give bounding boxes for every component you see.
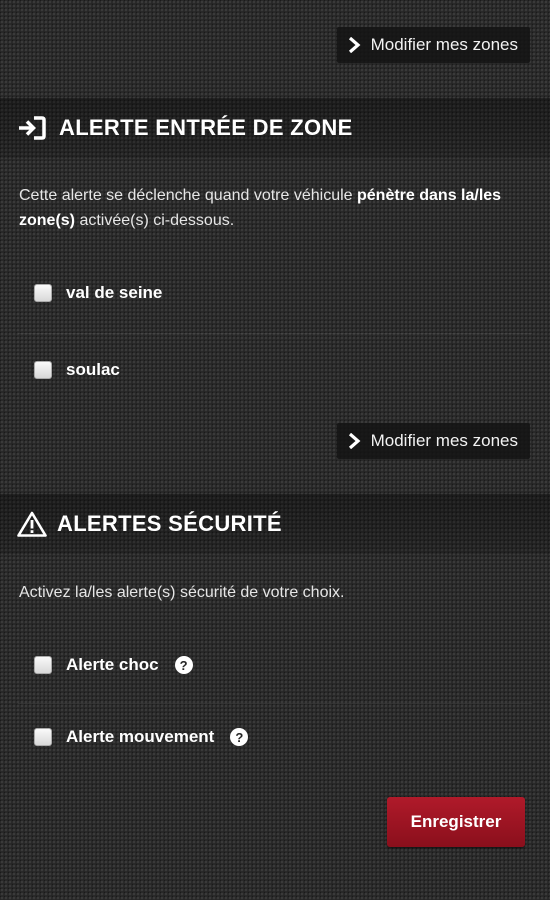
help-icon[interactable]: ?: [230, 728, 249, 746]
alert-item-choc[interactable]: Alerte choc ?: [34, 655, 193, 675]
warning-triangle-icon: [17, 511, 47, 537]
zone-item-val-de-seine[interactable]: val de seine: [34, 283, 162, 303]
zone-item-soulac[interactable]: soulac: [34, 360, 120, 380]
zone-entry-header: ALERTE ENTRÉE DE ZONE: [0, 98, 550, 158]
modify-zones-link-top[interactable]: Modifier mes zones: [336, 27, 530, 63]
zone-checkbox[interactable]: [34, 361, 52, 379]
alerts-settings-page: Modifier mes zones ALERTE ENTRÉE DE ZONE…: [0, 0, 550, 900]
security-description: Activez la/les alerte(s) sécurité de vot…: [19, 584, 345, 601]
alert-label: Alerte choc: [66, 655, 159, 674]
zone-entry-desc-text: Cette alerte se déclenche quand votre vé…: [19, 187, 357, 204]
alert-checkbox[interactable]: [34, 656, 52, 674]
zone-label: soulac: [66, 360, 120, 379]
alert-item-mouvement[interactable]: Alerte mouvement ?: [34, 727, 249, 747]
save-button[interactable]: Enregistrer: [387, 797, 525, 847]
alert-label: Alerte mouvement: [66, 727, 215, 746]
divider: [18, 333, 532, 334]
zone-checkbox[interactable]: [34, 284, 52, 302]
security-header: ALERTES SÉCURITÉ: [0, 494, 550, 554]
help-icon[interactable]: ?: [174, 656, 193, 674]
zone-entry-title: ALERTE ENTRÉE DE ZONE: [59, 115, 353, 140]
modify-zones-label: Modifier mes zones: [370, 35, 518, 54]
chevron-right-icon: [348, 37, 361, 53]
modify-zones-link-bottom[interactable]: Modifier mes zones: [336, 423, 530, 459]
zone-label: val de seine: [66, 283, 163, 302]
zone-entry-desc-text-end: activée(s) ci-dessous.: [75, 212, 235, 229]
modify-zones-label: Modifier mes zones: [370, 431, 518, 450]
divider: [18, 703, 532, 704]
alert-checkbox[interactable]: [34, 728, 52, 746]
chevron-right-icon: [348, 433, 361, 449]
security-title: ALERTES SÉCURITÉ: [57, 511, 282, 536]
sign-in-icon: [19, 116, 46, 140]
zone-entry-description: Cette alerte se déclenche quand votre vé…: [19, 183, 530, 233]
